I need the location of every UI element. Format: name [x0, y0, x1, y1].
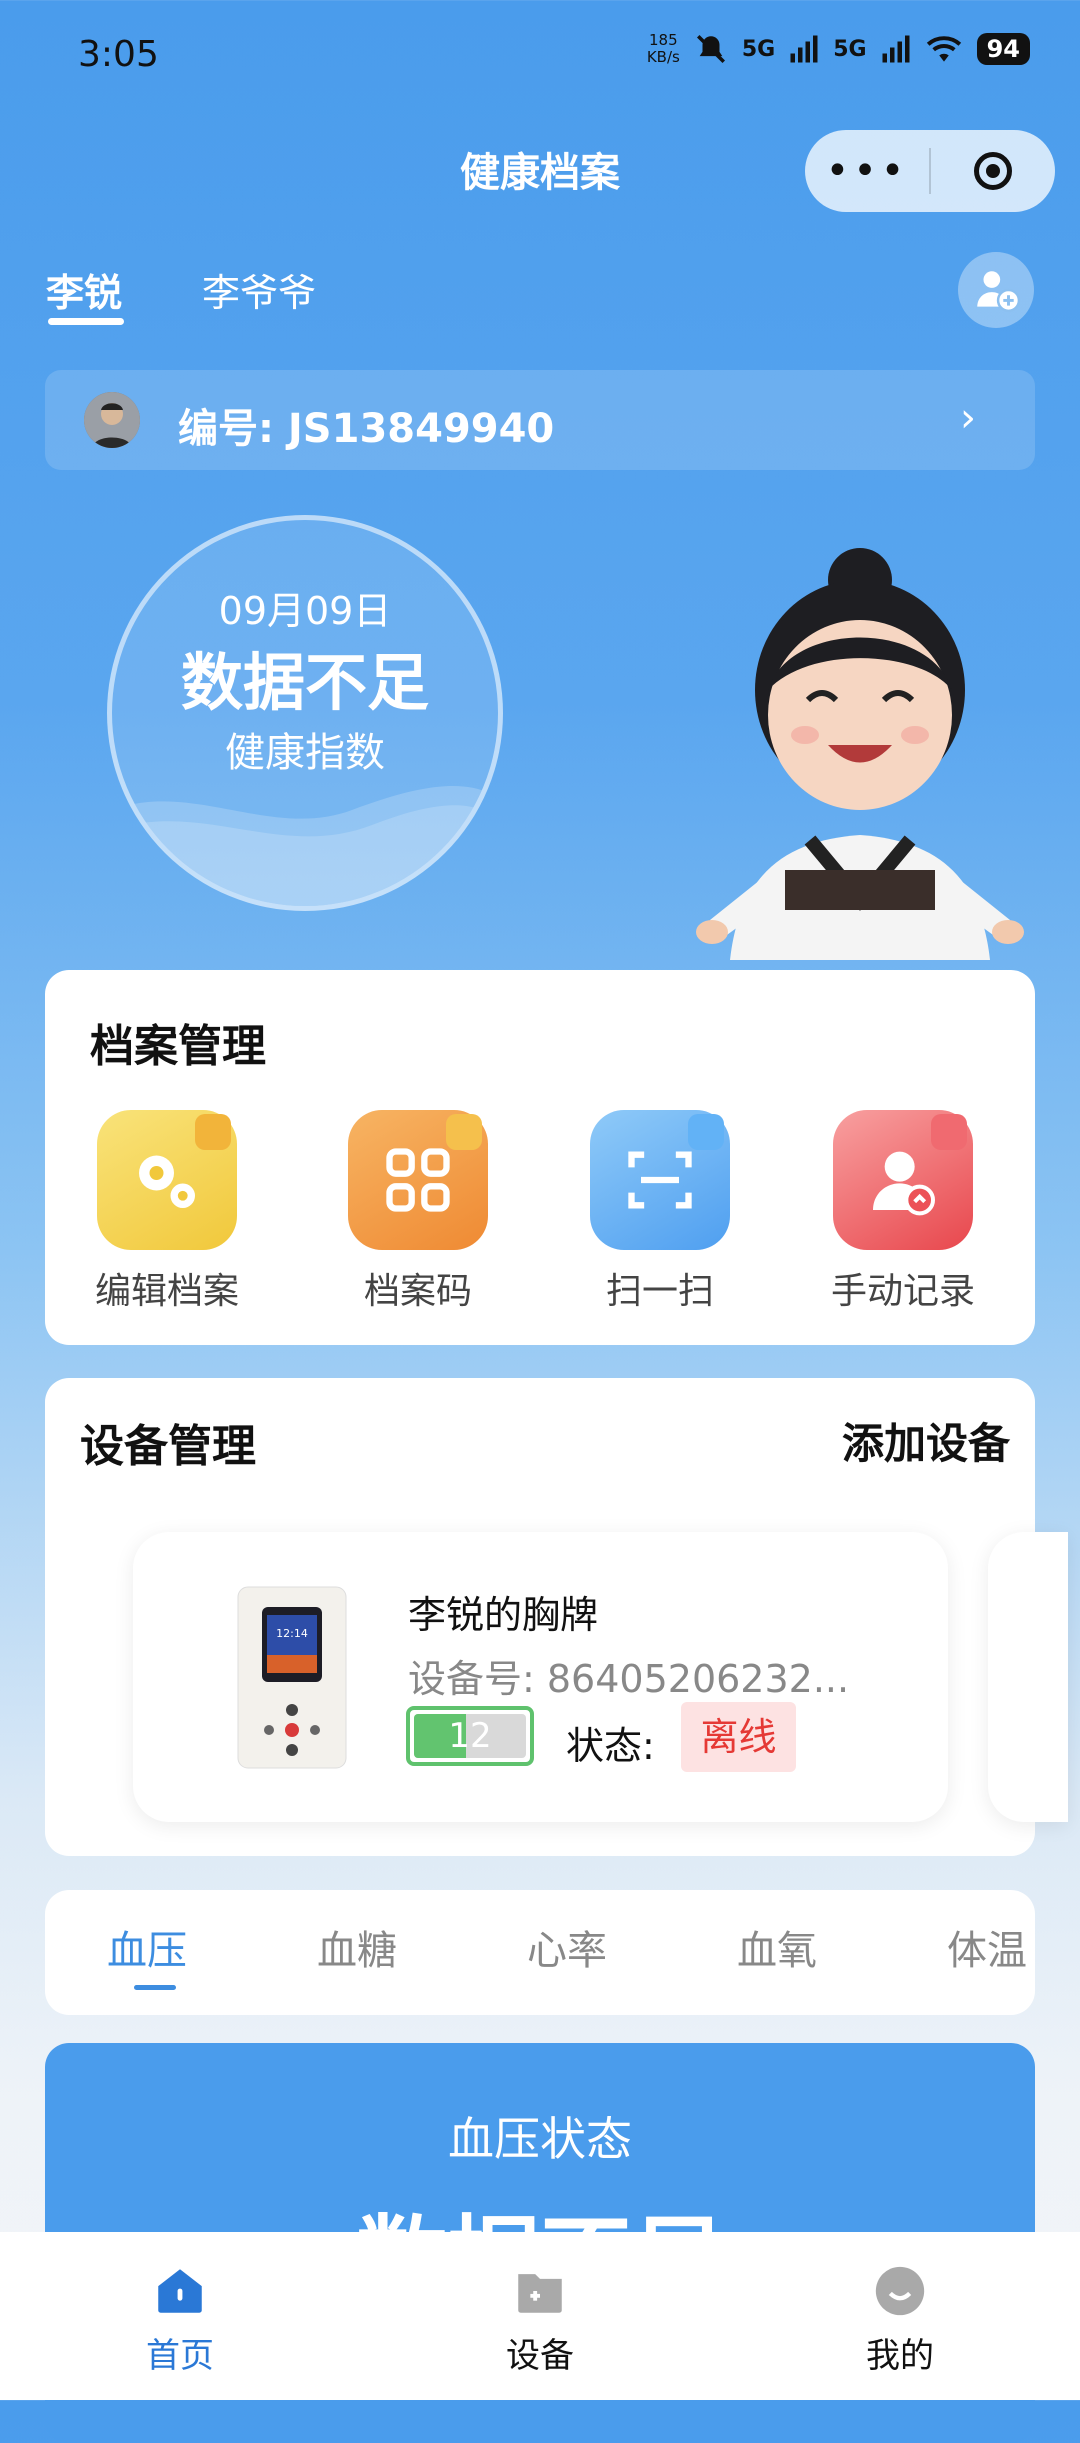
nav-home[interactable]: 首页 — [80, 2262, 280, 2377]
person-tab-indicator — [48, 318, 124, 325]
signal-icon — [790, 35, 818, 63]
nav-label: 首页 — [146, 2336, 214, 2376]
add-person-button[interactable] — [958, 252, 1034, 328]
svg-text:12:14: 12:14 — [276, 1627, 308, 1640]
device-battery: 12 — [406, 1706, 534, 1766]
health-status: 数据不足 — [180, 646, 429, 719]
person-tab-2[interactable]: 李爷爷 — [202, 262, 316, 317]
manual-record-button[interactable]: 手动记录 — [803, 1110, 1003, 1314]
avatar — [84, 392, 140, 448]
tab-temperature[interactable]: 体温 — [947, 1918, 1035, 1976]
network-5g-1: 5G — [741, 36, 776, 62]
gears-icon — [97, 1110, 237, 1250]
mini-program-capsule: ••• — [805, 130, 1055, 212]
wave-decoration — [112, 786, 498, 906]
device-item-card-next[interactable] — [988, 1532, 1068, 1822]
scan-button[interactable]: 扫一扫 — [560, 1110, 760, 1314]
battery-indicator: 94 — [976, 33, 1030, 65]
tab-heart-rate[interactable]: 心率 — [527, 1918, 607, 1976]
nav-device[interactable]: 设备 — [440, 2262, 640, 2377]
home-icon — [151, 2262, 209, 2320]
edit-archive-button[interactable]: 编辑档案 — [67, 1110, 267, 1314]
tab-indicator — [134, 1985, 176, 1990]
tab-blood-oxygen[interactable]: 血氧 — [737, 1918, 817, 1976]
nav-label: 设备 — [506, 2336, 574, 2376]
archive-code-button[interactable]: 档案码 — [318, 1110, 518, 1314]
archive-title: 档案管理 — [90, 1021, 266, 1072]
signal-icon — [882, 35, 910, 63]
profile-id: 编号: JS13849940 — [178, 406, 555, 452]
nav-label: 我的 — [866, 2336, 934, 2376]
tab-blood-pressure[interactable]: 血压 — [107, 1918, 187, 1976]
tool-label: 扫一扫 — [605, 1271, 714, 1312]
health-index-circle[interactable]: 09月09日 数据不足 健康指数 — [107, 515, 503, 911]
qr-code-icon — [348, 1110, 488, 1250]
device-state-label: 状态: — [566, 1724, 655, 1768]
add-device-button[interactable]: 添加设备 — [842, 1410, 1010, 1471]
tab-blood-sugar[interactable]: 血糖 — [317, 1918, 397, 1976]
nav-profile[interactable]: 我的 — [800, 2262, 1000, 2377]
bp-title: 血压状态 — [448, 2112, 632, 2166]
more-icon[interactable]: ••• — [805, 148, 929, 194]
badge-device-image: 12:14 — [237, 1586, 347, 1769]
add-user-icon — [977, 271, 1021, 313]
health-date: 09月09日 — [218, 589, 392, 633]
device-number: 设备号: 86405206232... — [408, 1657, 850, 1701]
status-time: 3:05 — [78, 34, 159, 75]
tool-label: 手动记录 — [830, 1271, 975, 1312]
person-tab-1[interactable]: 李锐 — [46, 262, 122, 317]
network-speed: 185 KB/s — [646, 31, 680, 66]
battery-value: 12 — [448, 1716, 492, 1756]
status-icons: 185 KB/s 5G 5G 94 — [647, 32, 1030, 66]
close-target-icon[interactable] — [931, 152, 1055, 190]
mute-bell-icon — [696, 34, 725, 64]
chevron-right-icon: › — [960, 395, 976, 441]
user-record-icon — [833, 1110, 973, 1250]
profile-icon — [871, 2262, 929, 2320]
network-5g-2: 5G — [833, 36, 867, 62]
tool-label: 编辑档案 — [94, 1271, 239, 1312]
scan-icon — [590, 1110, 730, 1250]
tool-label: 档案码 — [363, 1271, 472, 1312]
mascot-illustration — [696, 548, 1024, 960]
device-icon — [511, 2262, 569, 2320]
device-name: 李锐的胸牌 — [408, 1593, 599, 1637]
wifi-icon — [926, 36, 961, 62]
status-badge: 离线 — [681, 1702, 796, 1772]
device-title: 设备管理 — [80, 1421, 256, 1472]
